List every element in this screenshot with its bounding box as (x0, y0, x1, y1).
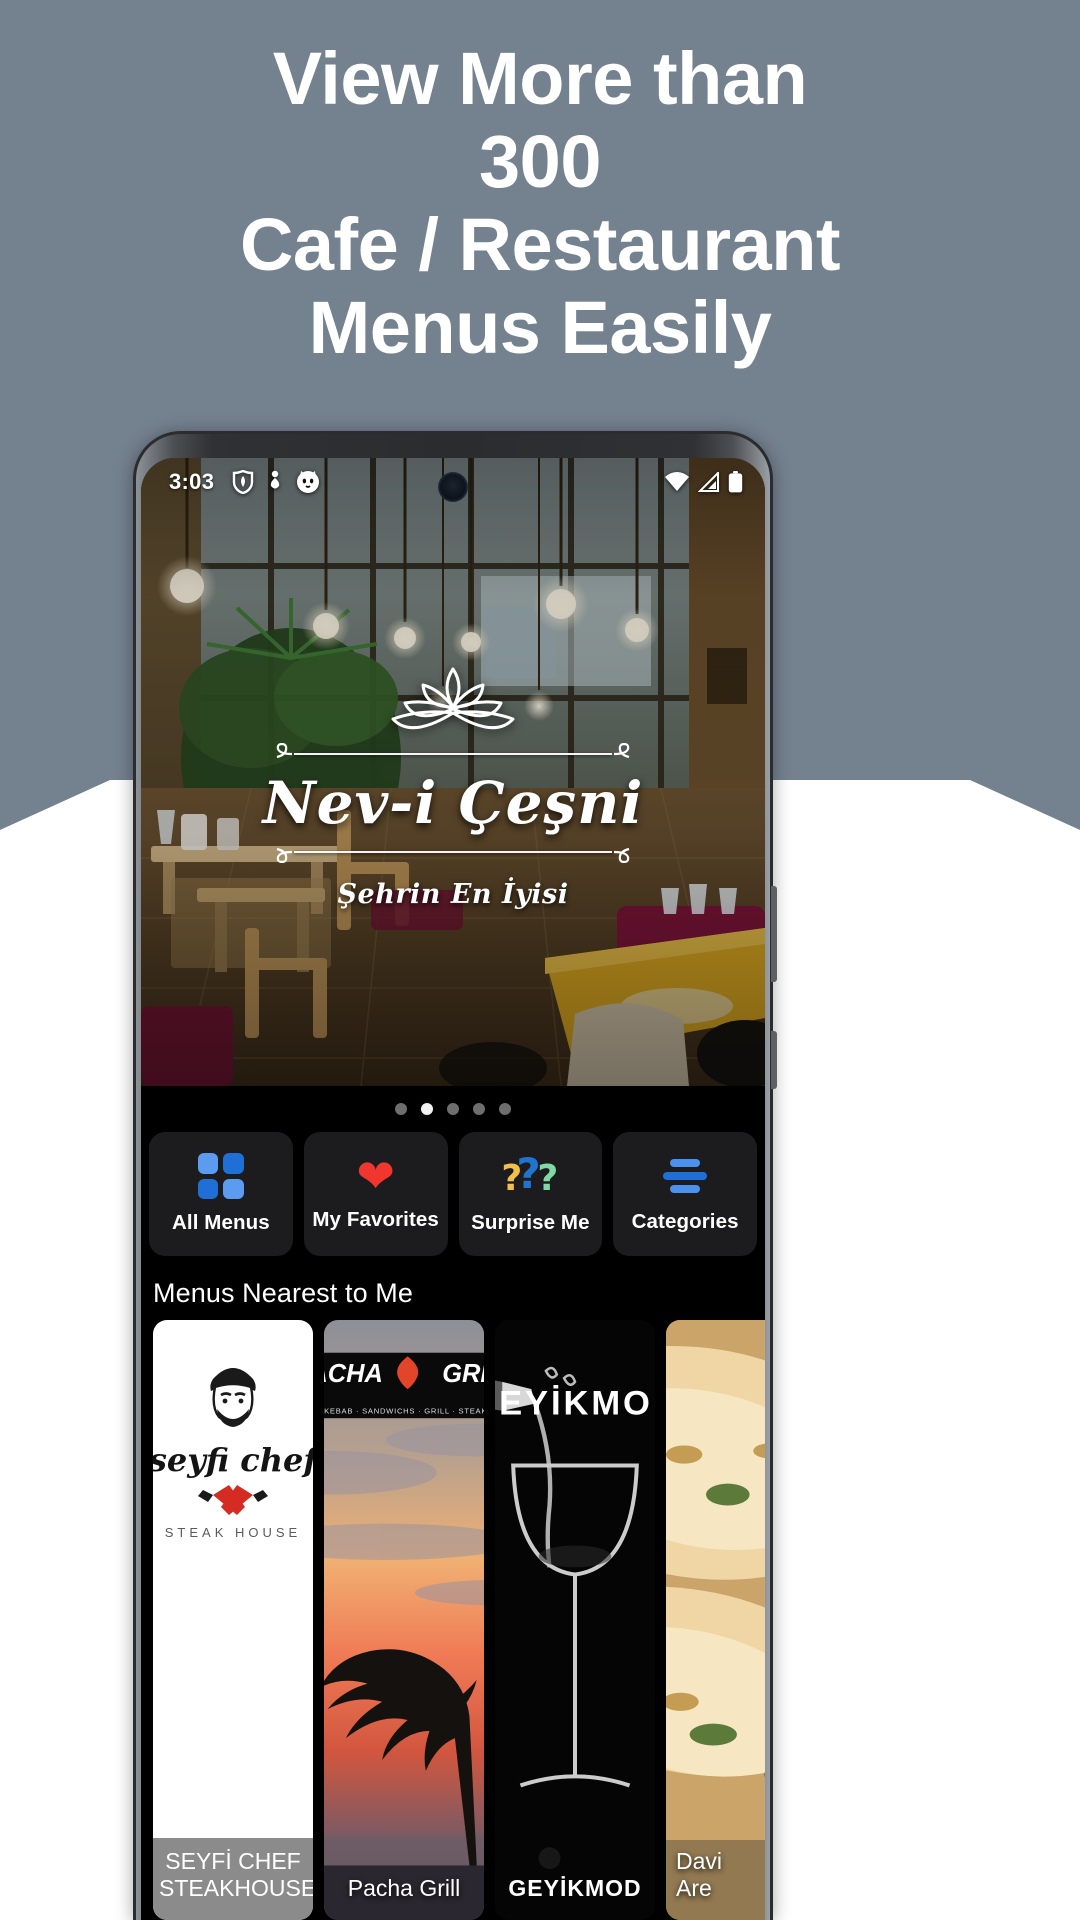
flourish-left-icon-2 (276, 847, 293, 863)
promo-headline: View More than 300 Cafe / Restaurant Men… (0, 37, 1080, 370)
carousel-dot[interactable] (395, 1103, 407, 1115)
svg-text:seyfi chef: seyfi chef (153, 1441, 313, 1479)
restaurant-card[interactable]: seyfi chef STEAK HOUSE SEYFİ CHEF STEAKHO… (153, 1320, 313, 1920)
pizza-image (666, 1320, 765, 1920)
carousel-dot-active[interactable] (421, 1103, 433, 1115)
hero-restaurant-image[interactable]: 3:03 Nev-i Çeşni Şehrin En İyisi (141, 458, 765, 1086)
horizontal-bars-icon (661, 1154, 709, 1198)
restaurant-brand-overlay: Nev-i Çeşni Şehrin En İyisi (141, 663, 765, 910)
restaurant-card-name: Davi Are (676, 1847, 723, 1901)
svg-text:DÖNER KEBAB · SANDWICHS · GRIL: DÖNER KEBAB · SANDWICHS · GRILL · STEAKH… (324, 1407, 484, 1416)
power-button[interactable] (771, 1031, 777, 1089)
carousel-dot[interactable] (447, 1103, 459, 1115)
seyfi-chef-logo: seyfi chef STEAK HOUSE (153, 1368, 313, 1540)
geyikmod-wine-image: GEYİKMOD (495, 1320, 655, 1920)
carousel-dot[interactable] (499, 1103, 511, 1115)
carousel-page-indicator[interactable] (141, 1086, 765, 1132)
flourish-right-icon (613, 743, 630, 759)
action-my-favorites[interactable]: ❤ My Favorites (303, 1132, 448, 1256)
volume-button[interactable] (771, 886, 777, 982)
status-notification-icons (232, 470, 320, 494)
svg-text:GEYİKMOD: GEYİKMOD (495, 1385, 655, 1423)
restaurant-name: Nev-i Çeşni (262, 769, 644, 837)
heart-icon: ❤ (356, 1150, 395, 1202)
question-marks-icon: ? ? ? (501, 1149, 559, 1199)
svg-text:PACHA: PACHA (324, 1360, 383, 1388)
restaurant-card-name: Pacha Grill (347, 1874, 461, 1901)
restaurant-card[interactable]: Davi Are (666, 1320, 765, 1920)
grid-squares-icon (197, 1153, 244, 1199)
status-system-icons (664, 471, 743, 493)
headline-line-1: View More than (272, 37, 808, 120)
action-surprise-me[interactable]: ? ? ? Surprise Me (458, 1132, 603, 1256)
divider-bottom (268, 841, 638, 863)
restaurant-card-name: SEYFİ CHEF STEAKHOUSE (153, 1837, 313, 1920)
action-label: All Menus (172, 1211, 270, 1234)
action-label: Categories (631, 1210, 739, 1233)
section-title-nearest: Menus Nearest to Me (141, 1266, 765, 1320)
phone-mockup: 3:03 Nev-i Çeşni Şehrin En İyisi All Men… (133, 431, 777, 1920)
restaurant-card-name: GEYİKMOD (508, 1874, 642, 1901)
pacha-grill-sunset-image: PACHA GRILL DÖNER KEBAB · SANDWICHS · GR… (324, 1320, 484, 1920)
flourish-right-icon-2 (613, 847, 630, 863)
status-time: 3:03 (169, 469, 215, 494)
phone-screen: 3:03 Nev-i Çeşni Şehrin En İyisi All Men… (141, 458, 765, 1920)
svg-text:STEAK HOUSE: STEAK HOUSE (165, 1525, 301, 1540)
wifi-icon (665, 472, 689, 491)
battery-icon (728, 471, 743, 493)
action-label: My Favorites (312, 1208, 439, 1231)
restaurant-tagline: Şehrin En İyisi (337, 879, 569, 910)
nearest-menus-list[interactable]: seyfi chef STEAK HOUSE SEYFİ CHEF STEAKHO… (141, 1320, 765, 1920)
front-camera-punchhole (438, 472, 468, 502)
restaurant-card[interactable]: PACHA GRILL DÖNER KEBAB · SANDWICHS · GR… (324, 1320, 484, 1920)
flourish-left-icon (276, 743, 293, 759)
lotus-flower-icon (391, 667, 515, 730)
action-all-menus[interactable]: All Menus (149, 1132, 293, 1256)
carousel-dot[interactable] (473, 1103, 485, 1115)
restaurant-card[interactable]: GEYİKMOD GEYİKMOD (495, 1320, 655, 1920)
headline-line-2: 300 (479, 119, 601, 203)
headline-line-4: Menus Easily (308, 285, 772, 369)
shield-icon (233, 470, 254, 494)
divider-top (268, 743, 638, 765)
action-categories[interactable]: Categories (613, 1132, 757, 1256)
action-label: Surprise Me (471, 1211, 590, 1234)
quick-actions-row: All Menus ❤ My Favorites ? ? ? Surprise … (141, 1132, 765, 1256)
cat-face-icon (297, 471, 320, 493)
person-walk-icon (271, 470, 280, 489)
headline-line-3: Cafe / Restaurant (239, 202, 841, 286)
cellular-signal-icon (698, 472, 719, 492)
svg-text:GRILL: GRILL (442, 1360, 484, 1388)
